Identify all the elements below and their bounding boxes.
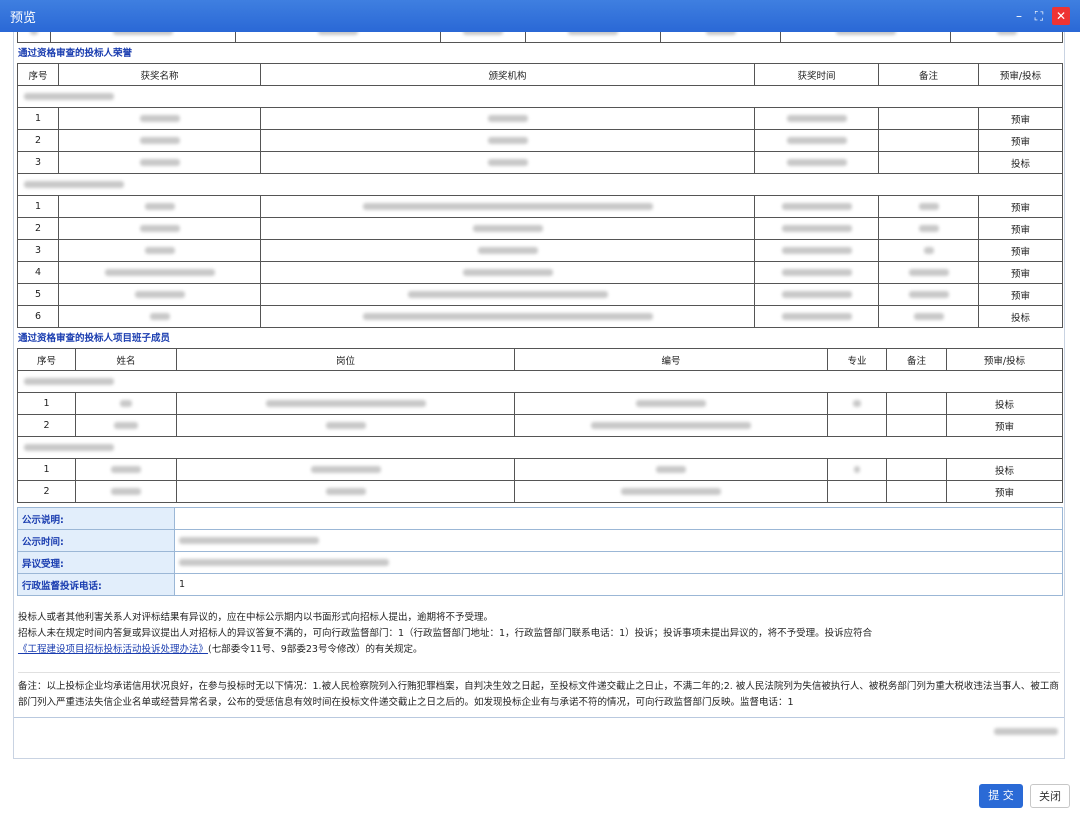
table-row: 1 预审 [17, 195, 1063, 218]
preview-content[interactable]: 通过资格审查的投标人荣誉 序号 获奖名称 颁奖机构 获奖时间 备注 预审/投标 … [13, 32, 1065, 759]
phone-label: 行政监督投诉电话: [17, 573, 175, 596]
col-header: 岗位 [176, 348, 515, 371]
table-row: 2 预审 [17, 129, 1063, 152]
group-header-row [17, 370, 1063, 393]
col-header: 备注 [886, 348, 947, 371]
objection-value [174, 551, 1063, 574]
col-header: 序号 [17, 63, 59, 86]
minimize-icon[interactable]: – [1012, 9, 1026, 23]
honors-table: 序号 获奖名称 颁奖机构 获奖时间 备注 预审/投标 1 预审 2 预审 3 投标 1… [17, 63, 1063, 328]
group-header-row [17, 436, 1063, 459]
col-header: 姓名 [75, 348, 177, 371]
col-header: 备注 [878, 63, 979, 86]
time-value [174, 529, 1063, 552]
table-header-row: 序号 姓名 岗位 编号 专业 备注 预审/投标 [17, 348, 1063, 371]
table-row: 2 预审 [17, 480, 1063, 503]
table-row: 1 预审 [17, 107, 1063, 130]
prev-table-fragment [17, 32, 1063, 43]
table-row: 5 预审 [17, 283, 1063, 306]
window-title: 预览 [10, 10, 37, 26]
publicity-info-table: 公示说明: 公示时间: 异议受理: 行政监督投诉电话: 1 [17, 507, 1063, 596]
col-header: 获奖名称 [58, 63, 261, 86]
desc-value [174, 507, 1063, 530]
group-header-row [17, 85, 1063, 108]
table-row: 3 预审 [17, 239, 1063, 262]
group-header-row [17, 173, 1063, 196]
col-header: 专业 [827, 348, 887, 371]
close-button[interactable]: 关闭 [1030, 784, 1070, 808]
time-label: 公示时间: [17, 529, 175, 552]
table-row: 1 投标 [17, 392, 1063, 415]
title-bar: 预览 – ⛶ ✕ [0, 0, 1080, 32]
table-row: 2 预审 [17, 414, 1063, 437]
col-header: 预审/投标 [946, 348, 1063, 371]
honors-section-title: 通过资格审查的投标人荣誉 [18, 48, 133, 59]
table-row: 6 投标 [17, 305, 1063, 328]
table-row: 4 预审 [17, 261, 1063, 284]
remark-text: 备注：以上投标企业均承诺信用状况良好，在参与投标时无以下情况：1.被人民检察院列… [18, 672, 1060, 711]
team-section-title: 通过资格审查的投标人项目班子成员 [18, 333, 171, 344]
complaint-rules-link[interactable]: 《工程建设项目招标投标活动投诉处理办法》 [18, 644, 208, 655]
notice-line-2: 招标人未在规定时间内答复或异议提出人对招标人的异议答复不满的，可向行政监督部门：… [18, 628, 873, 655]
col-header: 编号 [514, 348, 828, 371]
preview-window: 预览 – ⛶ ✕ 通过资格审查的投标人荣誉 序号 获奖名称 颁奖机构 获奖时间 … [0, 0, 1080, 814]
objection-label: 异议受理: [17, 551, 175, 574]
col-header: 获奖时间 [754, 63, 879, 86]
complaint-notice: 投标人或者其他利害关系人对评标结果有异议的，应在中标公示期内以书面形式向招标人提… [18, 610, 1060, 658]
col-header: 预审/投标 [978, 63, 1063, 86]
submit-button[interactable]: 提 交 [979, 784, 1023, 808]
table-row: 2 预审 [17, 217, 1063, 240]
close-icon[interactable]: ✕ [1052, 7, 1070, 25]
phone-value: 1 [174, 573, 1063, 596]
table-header-row: 序号 获奖名称 颁奖机构 获奖时间 备注 预审/投标 [17, 63, 1063, 86]
notice-line-1: 投标人或者其他利害关系人对评标结果有异议的，应在中标公示期内以书面形式向招标人提… [18, 612, 494, 623]
signature-area [14, 726, 1058, 737]
col-header: 序号 [17, 348, 76, 371]
table-row: 1 投标 [17, 458, 1063, 481]
col-header: 颁奖机构 [260, 63, 755, 86]
desc-label: 公示说明: [17, 507, 175, 530]
team-table: 序号 姓名 岗位 编号 专业 备注 预审/投标 1 投标 2 预审 1 投标 2 预审 [17, 348, 1063, 503]
table-row: 3 投标 [17, 151, 1063, 174]
maximize-icon[interactable]: ⛶ [1032, 9, 1046, 23]
